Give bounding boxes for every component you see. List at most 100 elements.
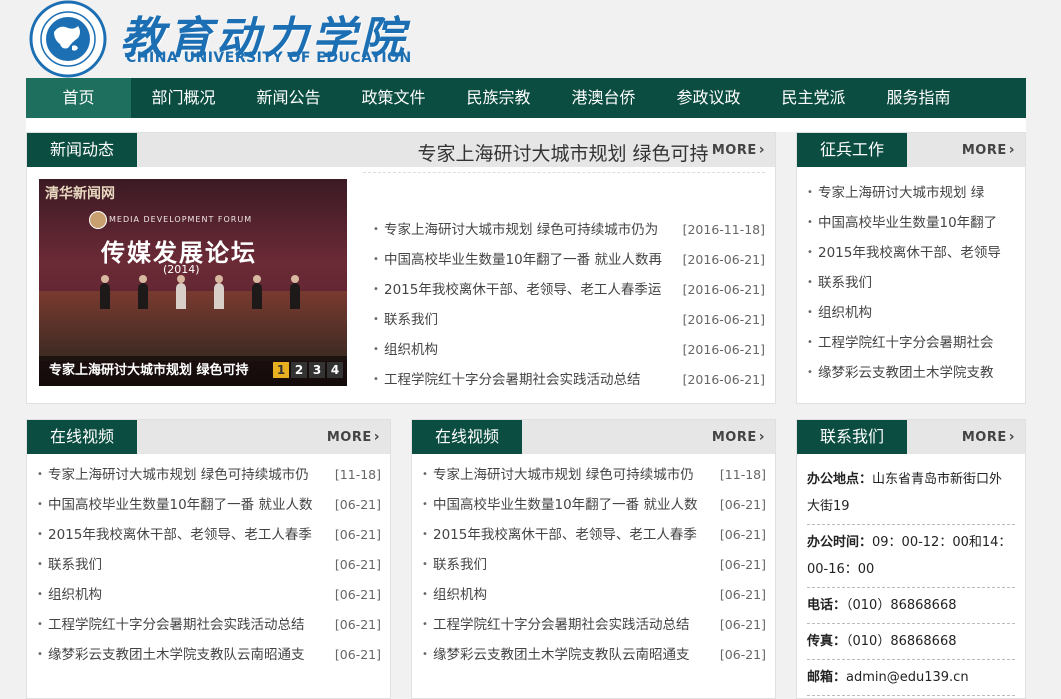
panelist-head (215, 275, 223, 283)
contact-row: 电话：（010）86868668 (807, 588, 1015, 624)
list-item[interactable]: • 联系我们 [06-21] (422, 550, 766, 580)
list-item[interactable]: • 专家上海研讨大城市规划 绿色可持续城市仍 [11-18] (37, 460, 381, 490)
more-label: MORE (961, 430, 1007, 445)
list-item[interactable]: • 缘梦彩云支教团土木学院支教队云南昭通支 [06-21] (37, 640, 381, 670)
list-item[interactable]: • 组织机构 [06-21] (422, 580, 766, 610)
list-item[interactable]: • 工程学院红十字分会暑期社会实践活动总结 [2016-06-21] (373, 365, 765, 395)
list-item[interactable]: • 2015年我校离休干部、老领导 (807, 238, 1019, 268)
list-item-title: 组织机构 (818, 305, 872, 321)
nav-item-label: 民族宗教 (466, 88, 531, 107)
list-item-title: 专家上海研讨大城市规划 绿色可持续城市仍 (433, 467, 694, 483)
contact-value: admin@edu139.cn (846, 670, 969, 685)
news-panel-title: 新闻动态 (27, 133, 138, 167)
nav-item[interactable]: 港澳台侨 (551, 78, 656, 118)
list-item[interactable]: • 专家上海研讨大城市规划 绿色可持续城市仍为 [2016-11-18] (373, 215, 765, 245)
list-item[interactable]: • 专家上海研讨大城市规划 绿色可持续城市仍 [11-18] (422, 460, 766, 490)
more-label: MORE (961, 143, 1007, 158)
list-item[interactable]: • 组织机构 [06-21] (37, 580, 381, 610)
featured-caption[interactable]: 专家上海研讨大城市规划 绿色可持 (49, 356, 249, 386)
stage-area (39, 291, 347, 361)
content-top-strip (26, 118, 1026, 132)
list-item-date: [2016-06-21] (682, 252, 765, 267)
list-item-date: [06-21] (719, 497, 766, 512)
nav-item[interactable]: 政策文件 (341, 78, 446, 118)
list-item[interactable]: • 专家上海研讨大城市规划 绿 (807, 178, 1019, 208)
list-item-title: 组织机构 (384, 342, 438, 358)
slideshow-page-button[interactable]: 4 (327, 362, 343, 378)
list-item-date: [2016-06-21] (682, 372, 765, 387)
chevron-right-icon: › (373, 429, 380, 445)
list-item[interactable]: • 2015年我校离休干部、老领导、老工人春季 [06-21] (422, 520, 766, 550)
list-item[interactable]: • 中国高校毕业生数量10年翻了一番 就业人数 [06-21] (37, 490, 381, 520)
bullet-icon: • (37, 619, 43, 630)
slideshow-page-button[interactable]: 3 (309, 362, 325, 378)
list-item-title: 缘梦彩云支教团土木学院支教队云南昭通支 (433, 647, 690, 663)
contact-row: 邮箱：admin@edu139.cn (807, 660, 1015, 696)
nav-item-label: 参政议政 (676, 88, 741, 107)
video-panel-1: 在线视频 MORE › • 专家上海研讨大城市规划 绿色可持续城市仍 [11-18] •… (26, 419, 391, 699)
nav-item[interactable]: 民主党派 (761, 78, 866, 118)
list-item[interactable]: • 2015年我校离休干部、老领导、老工人春季运 [2016-06-21] (373, 275, 765, 305)
nav-item[interactable]: 首页 (26, 78, 131, 118)
video-panel-2-header: 在线视频 MORE › (412, 420, 775, 454)
contact-label: 办公地点： (807, 472, 873, 487)
nav-item[interactable]: 民族宗教 (446, 78, 551, 118)
recruit-panel-header: 征兵工作 MORE › (797, 133, 1025, 167)
news-headline[interactable]: 专家上海研讨大城市规划 绿色可持 (363, 141, 763, 167)
list-item-title: 工程学院红十字分会暑期社会实践活动总结 (48, 617, 305, 633)
slideshow-page-button[interactable]: 2 (291, 362, 307, 378)
featured-news-image[interactable]: 清华新闻网 MEDIA DEVELOPMENT FORUM 传媒发展论坛 (20… (39, 179, 347, 386)
list-item[interactable]: • 联系我们 (807, 268, 1019, 298)
list-item[interactable]: • 组织机构 [2016-06-21] (373, 335, 765, 365)
list-item[interactable]: • 联系我们 [06-21] (37, 550, 381, 580)
recruit-more-link[interactable]: MORE › (962, 133, 1015, 167)
bullet-icon: • (422, 589, 428, 600)
list-item[interactable]: • 中国高校毕业生数量10年翻了一番 就业人数再 [2016-06-21] (373, 245, 765, 275)
contact-more-link[interactable]: MORE › (962, 420, 1015, 454)
seal-icon (29, 0, 107, 78)
list-item[interactable]: • 工程学院红十字分会暑期社会实践活动总结 [06-21] (422, 610, 766, 640)
chevron-right-icon: › (1008, 142, 1015, 158)
contact-row: 办公时间：09：00-12：00和14：00-16：00 (807, 525, 1015, 588)
slideshow-page-button[interactable]: 1 (273, 362, 289, 378)
video1-more-link[interactable]: MORE › (327, 420, 380, 454)
university-seal-logo[interactable] (26, 0, 110, 78)
list-item-title: 组织机构 (48, 587, 102, 603)
list-item-date: [11-18] (719, 467, 766, 482)
list-item-date: [06-21] (719, 557, 766, 572)
list-item[interactable]: • 中国高校毕业生数量10年翻了一番 就业人数 [06-21] (422, 490, 766, 520)
list-item-date: [06-21] (334, 617, 381, 632)
panelist-head (101, 275, 109, 283)
list-item[interactable]: • 工程学院红十字分会暑期社会实践活动总结 [06-21] (37, 610, 381, 640)
bullet-icon: • (807, 187, 813, 198)
video2-more-link[interactable]: MORE › (712, 420, 765, 454)
nav-item[interactable]: 部门概况 (131, 78, 236, 118)
list-item[interactable]: • 中国高校毕业生数量10年翻了 (807, 208, 1019, 238)
panelist-figure (100, 283, 110, 309)
panelist-head (177, 275, 185, 283)
bullet-icon: • (37, 589, 43, 600)
list-item-date: [06-21] (719, 527, 766, 542)
list-item-date: [11-18] (334, 467, 381, 482)
list-item[interactable]: • 工程学院红十字分会暑期社会 (807, 328, 1019, 358)
list-item[interactable]: • 缘梦彩云支教团土木学院支教 (807, 358, 1019, 388)
nav-item[interactable]: 新闻公告 (236, 78, 341, 118)
nav-item-label: 政策文件 (361, 88, 426, 107)
list-item[interactable]: • 缘梦彩云支教团土木学院支教队云南昭通支 [06-21] (422, 640, 766, 670)
list-item-title: 工程学院红十字分会暑期社会实践活动总结 (433, 617, 690, 633)
bullet-icon: • (37, 649, 43, 660)
contact-panel-title: 联系我们 (797, 420, 908, 454)
nav-item[interactable]: 服务指南 (866, 78, 971, 118)
chevron-right-icon: › (758, 429, 765, 445)
list-item-date: [2016-06-21] (682, 342, 765, 357)
list-item[interactable]: • 组织机构 (807, 298, 1019, 328)
list-item[interactable]: • 联系我们 [2016-06-21] (373, 305, 765, 335)
bullet-icon: • (373, 314, 379, 325)
bullet-icon: • (422, 529, 428, 540)
nav-item[interactable]: 参政议政 (656, 78, 761, 118)
site-name-en: CHINA UNIVERSITY OF EDUCATION (126, 50, 412, 66)
list-item-title: 2015年我校离休干部、老领导、老工人春季运 (384, 282, 662, 298)
list-item[interactable]: • 2015年我校离休干部、老领导、老工人春季 [06-21] (37, 520, 381, 550)
panelist-head (253, 275, 261, 283)
list-item-title: 中国高校毕业生数量10年翻了一番 就业人数 (48, 497, 313, 513)
